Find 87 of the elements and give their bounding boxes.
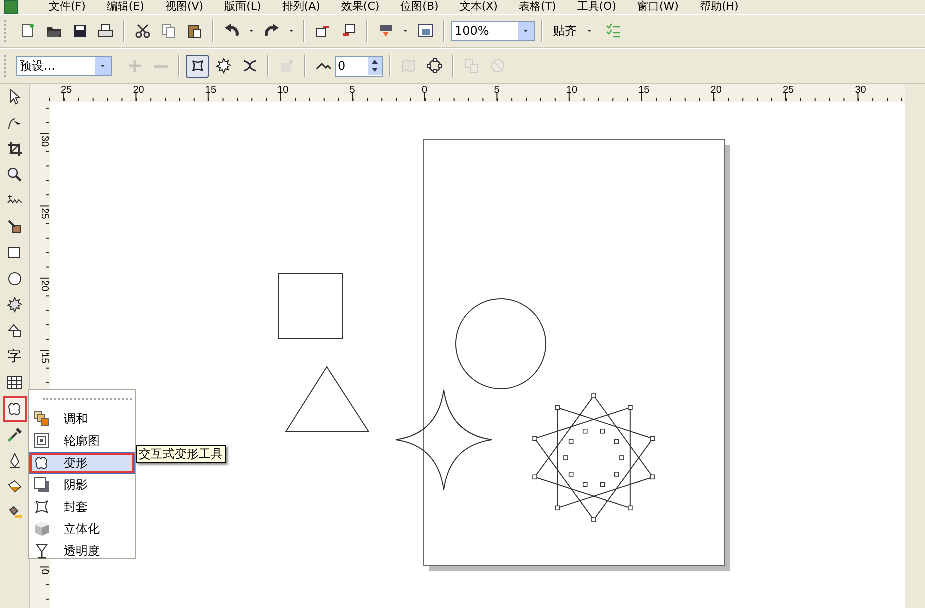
ruler-label: 0 [422,85,428,96]
menu-item[interactable]: 表格(T) [518,0,556,14]
flyout-item[interactable]: 轮廓图 [29,430,135,452]
zoom-dropdown[interactable]: 100% [451,21,535,41]
paint-bucket-icon [6,479,22,495]
publish-icon [378,23,394,39]
ruler-label: 0 [39,569,50,575]
ruler-label: 15 [205,85,217,96]
table-icon [6,375,22,391]
zipper-icon [216,58,232,74]
square-shape [278,274,344,340]
copy-icon [160,23,176,39]
tool-button[interactable] [2,396,26,422]
drop-shadow-icon [34,477,50,493]
ruler-label: 15 [638,85,650,96]
distort-icon [34,455,50,471]
ruler-label: 20 [39,280,50,292]
polygon-icon [6,297,22,313]
menu-item[interactable]: 文本(X) [460,0,498,14]
checklist-icon[interactable] [604,22,622,40]
basic-shapes-icon [6,323,22,339]
smart-fill-icon [6,219,22,235]
plus-icon [126,58,142,74]
menu-item[interactable]: 排列(A) [282,0,320,14]
menu-item[interactable]: 文件(F) [49,0,86,14]
contour-icon [34,433,50,449]
ruler-label: 25 [783,85,794,96]
eyedropper-icon [6,427,22,443]
flyout-item[interactable]: 变形 [29,452,135,474]
distort-icon [6,401,22,417]
save-icon [72,23,88,39]
ruler-label: 10 [566,85,578,96]
push-pull-icon [190,58,206,74]
minus-icon [152,64,168,68]
paste-icon [186,23,202,39]
circle-nodes-icon [426,58,442,74]
export-icon [340,23,356,39]
twister-icon [242,58,258,74]
menu-item[interactable]: 位图(B) [400,0,439,14]
ruler-label: 25 [61,85,72,96]
ruler-label: 5 [494,85,500,96]
ruler-label: 10 [278,85,289,96]
menu-item[interactable]: 帮助(H) [700,0,739,14]
menu-item[interactable]: 窗口(W) [638,0,679,14]
cube-icon [34,521,50,537]
text-tool[interactable]: 字 [2,344,26,370]
new-document-icon [20,23,36,39]
undo-icon [224,23,240,39]
preset-dropdown[interactable]: 预设... [16,56,112,76]
toolbar-button[interactable] [186,54,209,78]
amplitude-spinbox[interactable]: 0 [335,56,383,76]
snap-button[interactable]: 贴齐 [549,20,581,42]
menu-item[interactable]: 工具(O) [577,0,616,14]
zoom-icon [6,167,22,183]
flyout-item[interactable]: 透明度 [29,540,135,562]
import-icon [314,23,330,39]
redo-icon [264,23,280,39]
menu-item[interactable]: 版面(L) [224,0,262,14]
spin-arrows-icon[interactable] [368,57,382,75]
print-icon [98,23,114,39]
flyout-item[interactable]: 封套 [29,496,135,518]
menu-item[interactable]: 效果(C) [341,0,380,14]
ellipse-icon [6,271,22,287]
interactive-fill-icon [6,505,22,521]
flyout-item[interactable]: 阴影 [29,474,135,496]
ruler-label: 30 [855,85,866,96]
ruler-label: 20 [133,85,144,96]
app-icon [4,0,18,14]
clear-icon [490,58,506,74]
menu-item[interactable]: 编辑(E) [106,0,144,14]
rectangle-icon [6,245,22,261]
copy-curves-icon [464,58,480,74]
envelope-tool-icon [34,499,50,515]
ruler-label: 30 [39,136,50,148]
crop-icon [6,141,22,157]
map-icon [400,58,416,74]
ruler-label: 15 [39,352,50,364]
ruler-label: 25 [39,208,50,220]
blend-icon [34,411,50,427]
flyout-item[interactable]: 调和 [29,408,135,430]
cut-icon [134,23,150,39]
flyout-item[interactable]: 立体化 [29,518,135,540]
window-icon [418,23,434,39]
ruler-label: 20 [710,85,722,96]
menu-item[interactable]: 视图(V) [165,0,204,14]
ruler-label: 5 [350,85,356,96]
tooltip: 交互式变形工具 [136,445,226,463]
